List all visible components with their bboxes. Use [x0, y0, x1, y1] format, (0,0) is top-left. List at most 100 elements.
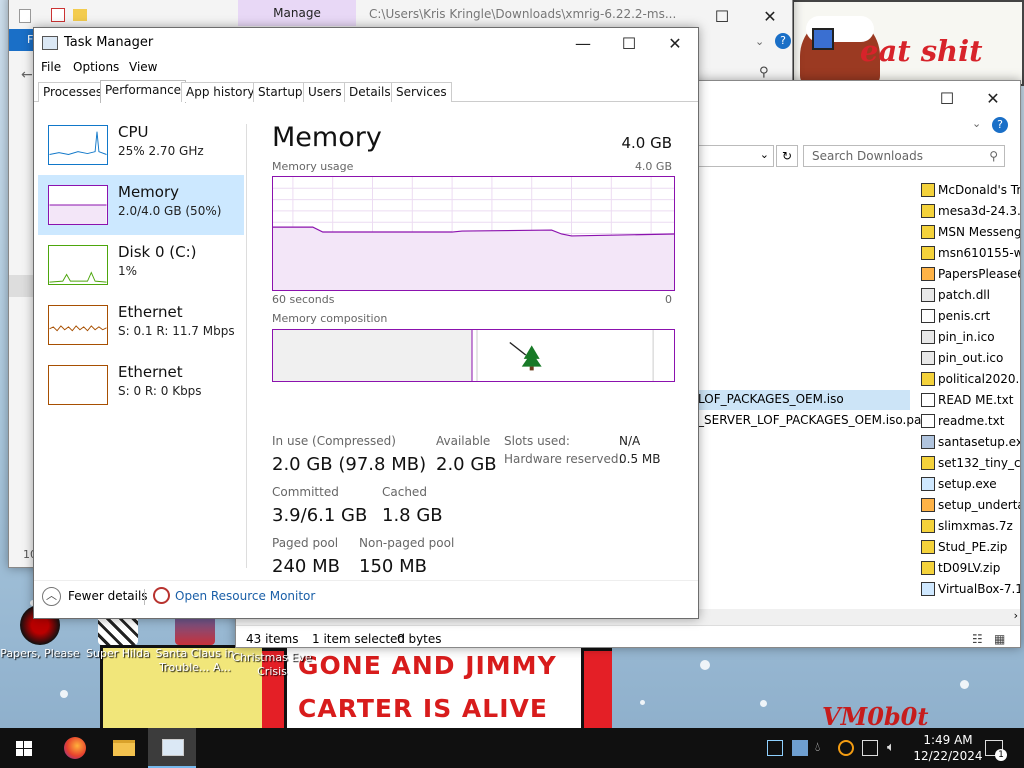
chevron-down-icon: ⌄	[759, 148, 769, 161]
back-arrow-icon[interactable]: ←	[21, 67, 33, 83]
tab-users[interactable]: Users	[303, 82, 347, 102]
tray-volume-icon[interactable]: 🔈︎	[887, 740, 903, 756]
file-name-selected[interactable]: LOF_PACKAGES_OEM.iso	[698, 392, 844, 406]
clock-date[interactable]: 12/22/2024	[912, 749, 984, 763]
tab-performance[interactable]: Performance	[100, 80, 187, 103]
hardware-reserved-value: 0.5 MB	[619, 452, 661, 466]
tray-display-icon[interactable]	[767, 740, 783, 756]
fewer-details-button[interactable]: Fewer details	[68, 589, 148, 603]
file-list-item[interactable]: PapersPlease6	[921, 263, 1020, 284]
file-list-item[interactable]: readme.txt	[921, 410, 1020, 431]
action-center-icon[interactable]: 1	[985, 740, 1007, 761]
wallpaper-signature: VM0b0t	[822, 702, 929, 728]
resource-memory[interactable]: Memory 2.0/4.0 GB (50%)	[38, 175, 244, 235]
task-manager-window[interactable]: Task Manager — ☐ ✕ File Options View Pro…	[33, 27, 699, 619]
clock-time[interactable]: 1:49 AM	[918, 733, 978, 747]
file-list-item[interactable]: penis.crt	[921, 305, 1020, 326]
file-list-item[interactable]: MSN Messeng	[921, 221, 1020, 242]
menu-view[interactable]: View	[129, 60, 157, 74]
tab-processes[interactable]: Processes	[38, 82, 108, 102]
ethernet-thumbnail-graph	[48, 365, 108, 405]
file-list-item[interactable]: patch.dll	[921, 284, 1020, 305]
menu-file[interactable]: File	[41, 60, 61, 74]
file-name: tD09LV.zip	[938, 560, 1001, 575]
refresh-button[interactable]: ↻	[776, 145, 798, 167]
minimize-button[interactable]: —	[560, 28, 606, 58]
resource-name: Ethernet	[118, 363, 183, 381]
tab-startup[interactable]: Startup	[253, 82, 308, 102]
file-list-item[interactable]: READ ME.txt	[921, 389, 1020, 410]
wallpaper-text-line1: GONE AND JIMMY	[298, 651, 557, 680]
chevron-up-icon[interactable]: ︿	[42, 587, 61, 606]
taskbar-file-explorer[interactable]	[99, 728, 147, 768]
resource-detail: 1%	[118, 264, 138, 278]
tray-network-share-icon[interactable]	[792, 740, 808, 756]
tab-details[interactable]: Details	[344, 82, 396, 102]
details-view-icon[interactable]: ☷	[972, 632, 983, 646]
close-button[interactable]: ✕	[747, 1, 792, 31]
maximize-button[interactable]: ☐	[924, 83, 970, 113]
close-button[interactable]: ✕	[970, 83, 1016, 113]
file-icon	[921, 476, 935, 491]
file-list-item[interactable]: tD09LV.zip	[921, 557, 1020, 578]
file-icon	[921, 581, 935, 596]
resource-detail: S: 0.1 R: 11.7 Mbps	[118, 324, 235, 338]
file-name-part[interactable]: _SERVER_LOF_PACKAGES_OEM.iso.part	[698, 413, 931, 427]
resource-detail: S: 0 R: 0 Kbps	[118, 384, 202, 398]
large-icons-view-icon[interactable]: ▦	[994, 632, 1005, 646]
file-icon	[921, 371, 935, 386]
manage-tab[interactable]: Manage	[238, 0, 356, 26]
open-resource-monitor-link[interactable]: Open Resource Monitor	[175, 589, 315, 603]
non-paged-pool-label: Non-paged pool	[359, 536, 455, 550]
file-list-item[interactable]: VirtualBox-7.1	[921, 578, 1020, 599]
desktop-icon-label: Santa Claus in Trouble... A...	[155, 647, 235, 674]
resource-ethernet-2[interactable]: Ethernet S: 0 R: 0 Kbps	[38, 355, 244, 415]
file-list-item[interactable]: pin_in.ico	[921, 326, 1020, 347]
close-button[interactable]: ✕	[652, 28, 698, 58]
start-button[interactable]	[0, 728, 48, 768]
tray-drop-icon[interactable]: 💧︎	[815, 740, 831, 756]
maximize-button[interactable]: ☐	[606, 28, 652, 58]
address-bar[interactable]: ⌄	[696, 145, 774, 167]
file-name: readme.txt	[938, 413, 1005, 428]
desktop-icon-christmas-eve-crisis[interactable]: Christmas Eve Crisis	[232, 651, 312, 679]
file-list-item[interactable]: msn610155-w	[921, 242, 1020, 263]
in-use-segment	[273, 330, 473, 381]
file-list-item[interactable]: santasetup.exe	[921, 431, 1020, 452]
help-icon[interactable]: ?	[775, 33, 791, 49]
usage-graph-label: Memory usage	[272, 160, 354, 173]
help-icon[interactable]: ?	[992, 117, 1008, 133]
resource-disk[interactable]: Disk 0 (C:) 1%	[38, 235, 244, 295]
file-list-item[interactable]: setup_underta	[921, 494, 1020, 515]
disk-thumbnail-graph	[48, 245, 108, 285]
restore-button[interactable]: ☐	[699, 1, 745, 31]
menu-options[interactable]: Options	[73, 60, 119, 74]
memory-usage-graph	[272, 176, 675, 291]
cpu-thumbnail-graph	[48, 125, 108, 165]
file-list-item[interactable]: mesa3d-24.3.1	[921, 200, 1020, 221]
resource-cpu[interactable]: CPU 25% 2.70 GHz	[38, 115, 244, 175]
chevron-down-icon[interactable]: ⌄	[755, 35, 764, 48]
search-icon[interactable]: ⚲	[759, 65, 769, 80]
status-bar: 43 items 1 item selected 0 bytes ☷ ▦	[236, 625, 1020, 647]
file-list-item[interactable]: McDonald's Tr	[921, 179, 1020, 200]
scroll-right-icon[interactable]: ›	[1014, 609, 1018, 622]
file-list-item[interactable]: political2020.7	[921, 368, 1020, 389]
file-list-item[interactable]: setup.exe	[921, 473, 1020, 494]
search-input[interactable]: Search Downloads ⚲	[803, 145, 1005, 167]
taskbar-task-manager[interactable]	[148, 728, 196, 768]
chevron-down-icon[interactable]: ⌄	[972, 117, 981, 130]
taskbar-firefox[interactable]	[50, 728, 98, 768]
pane-divider[interactable]	[246, 124, 247, 568]
tray-search-icon[interactable]	[838, 740, 854, 756]
tab-app-history[interactable]: App history	[181, 82, 260, 102]
file-list-item[interactable]: pin_out.ico	[921, 347, 1020, 368]
file-list-item[interactable]: Stud_PE.zip	[921, 536, 1020, 557]
file-list-item[interactable]: set132_tiny_ch	[921, 452, 1020, 473]
task-manager-icon	[162, 739, 184, 756]
tab-services[interactable]: Services	[391, 82, 452, 102]
tray-network-icon[interactable]	[862, 740, 878, 756]
resource-ethernet-1[interactable]: Ethernet S: 0.1 R: 11.7 Mbps	[38, 295, 244, 355]
resource-name: Ethernet	[118, 303, 183, 321]
file-list-item[interactable]: slimxmas.7z	[921, 515, 1020, 536]
